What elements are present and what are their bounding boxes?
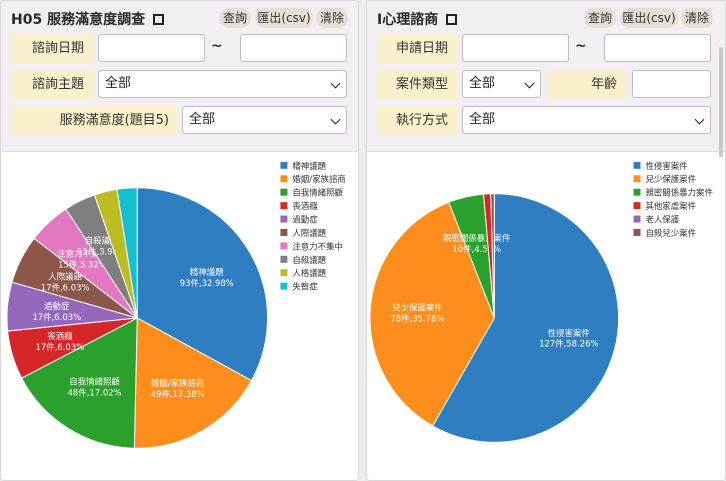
slice-label-value: 17件,6.03% (32, 312, 81, 322)
slice-label-value: 127件,58.26% (539, 339, 598, 349)
slice-label-name: 親密關係暴力案件 (443, 233, 511, 243)
legend-item[interactable]: 喪酒癮 (292, 201, 318, 211)
apply-date-start-input[interactable] (462, 34, 569, 62)
slice-label-name: 精神議題 (190, 267, 224, 277)
legend-item[interactable]: 精神議題 (292, 161, 326, 171)
legend-item[interactable]: 自殺議題 (292, 255, 326, 265)
query-button[interactable]: 查詢 (584, 8, 616, 28)
slice-label-name: 性侵害案件 (548, 328, 591, 338)
date-range-separator: ~ (575, 38, 587, 54)
filter-area: H05 服務滿意度調查 查詢 匯出(csv) 清除 諮詢日期 ~ 諮詢主題 全部… (1, 1, 358, 152)
case-type-pie-chart: 性侵害案件127件,58.26%兒少保護案件78件,35.78%親密關係暴力案件… (369, 161, 714, 443)
chevron-down-icon (330, 114, 341, 125)
date-range-separator: ~ (211, 38, 223, 54)
slice-label-name: 自我情緒照顧 (69, 377, 120, 387)
apply-date-end-input[interactable] (604, 34, 711, 62)
slice-label: 自我情緒照顧48件,17.02% (68, 377, 122, 398)
consult-topic-pie-chart: 精神議題93件,32.98%婚姻/家族諮商49件,17.38%自我情緒照顧48件… (6, 161, 346, 449)
chevron-down-icon (330, 78, 341, 89)
slice-label-name: 過動症 (44, 301, 70, 311)
panel-title: I心理諮商 (377, 9, 458, 29)
legend-swatch (633, 202, 641, 210)
legend-swatch (633, 228, 641, 236)
consult-topic-label: 諮詢主題 (11, 70, 93, 99)
slice-label-name: 兒少保護案件 (392, 302, 443, 312)
legend-item[interactable]: 失智症 (292, 282, 318, 292)
legend-item[interactable]: 注意力不集中 (292, 241, 343, 251)
chevron-down-icon (524, 78, 535, 89)
legend-swatch (280, 255, 288, 263)
scrollbar[interactable] (719, 47, 723, 157)
slice-label: 婚姻/家族諮商49件,17.38% (151, 378, 205, 399)
slice-label-value: 78件,35.78% (390, 313, 444, 323)
legend-swatch (633, 215, 641, 223)
legend-item[interactable]: 人格議題 (292, 268, 326, 278)
legend-swatch (280, 161, 288, 169)
slice-label-value: 17件,6.03% (36, 342, 85, 352)
legend-swatch (280, 242, 288, 250)
legend-swatch (280, 175, 288, 183)
legend-item[interactable]: 過動症 (292, 215, 318, 225)
clear-button[interactable]: 清除 (681, 8, 713, 28)
method-select[interactable]: 全部 (462, 106, 711, 134)
chevron-down-icon (694, 114, 705, 125)
legend-item[interactable]: 婚姻/家族諮商 (292, 174, 345, 184)
apply-date-label: 申請日期 (377, 34, 457, 63)
consult-date-label: 諮詢日期 (11, 34, 93, 63)
legend-item[interactable]: 兒少保護案件 (645, 174, 696, 184)
legend-swatch (280, 202, 288, 210)
consult-topic-select[interactable]: 全部 (98, 70, 347, 98)
query-button[interactable]: 查詢 (219, 8, 251, 28)
expand-icon[interactable] (446, 14, 458, 25)
legend-swatch (280, 188, 288, 196)
legend-item[interactable]: 老人保護 (645, 215, 679, 225)
slice-label: 兒少保護案件78件,35.78% (390, 302, 444, 323)
legend-swatch (280, 269, 288, 277)
filter-area: I心理諮商 查詢 匯出(csv) 清除 申請日期 ~ 案件類型 全部 年齡 執行… (367, 1, 725, 152)
panel-title: H05 服務滿意度調查 (11, 9, 165, 29)
legend-swatch (633, 188, 641, 196)
slice-label-value: 48件,17.02% (68, 387, 122, 397)
legend-swatch (633, 161, 641, 169)
consult-date-end-input[interactable] (240, 34, 347, 62)
case-type-select[interactable]: 全部 (462, 70, 541, 98)
legend-item[interactable]: 自殺兒少案件 (645, 228, 696, 238)
age-input[interactable] (632, 70, 711, 98)
expand-icon[interactable] (153, 14, 165, 25)
slice-label-name: 人際議題 (48, 272, 82, 282)
legend-swatch (280, 282, 288, 290)
satisfaction-select[interactable]: 全部 (182, 106, 347, 134)
age-label: 年齡 (547, 70, 626, 99)
legend-swatch (280, 215, 288, 223)
export-csv-button[interactable]: 匯出(csv) (255, 8, 313, 28)
consult-date-start-input[interactable] (98, 34, 205, 62)
legend-item[interactable]: 其他家虐案件 (645, 201, 696, 211)
slice-label-name: 婚姻/家族諮商 (151, 378, 204, 388)
legend-item[interactable]: 親密關係暴力案件 (645, 188, 713, 198)
slice-label-value: 93件,32.98% (180, 278, 234, 288)
slice-label-value: 17件,6.03% (41, 283, 90, 293)
legend-item[interactable]: 人際議題 (292, 228, 326, 238)
slice-label: 性侵害案件127件,58.26% (539, 328, 598, 349)
satisfaction-survey-panel: H05 服務滿意度調查 查詢 匯出(csv) 清除 諮詢日期 ~ 諮詢主題 全部… (0, 0, 359, 481)
case-type-label: 案件類型 (377, 70, 457, 99)
method-label: 執行方式 (377, 106, 457, 135)
legend-swatch (633, 175, 641, 183)
legend-item[interactable]: 性侵害案件 (645, 161, 688, 171)
legend-swatch (280, 228, 288, 236)
legend-item[interactable]: 自我情緒照顧 (292, 188, 343, 198)
slice-label-name: 喪酒癮 (47, 331, 73, 341)
satisfaction-label: 服務滿意度(題目5) (11, 106, 178, 135)
export-csv-button[interactable]: 匯出(csv) (620, 8, 678, 28)
slice-label-value: 49件,17.38% (151, 389, 205, 399)
slice-label: 親密關係暴力案件10件,4.59% (443, 233, 511, 254)
psych-counseling-panel: I心理諮商 查詢 匯出(csv) 清除 申請日期 ~ 案件類型 全部 年齡 執行… (366, 0, 726, 481)
clear-button[interactable]: 清除 (316, 8, 348, 28)
